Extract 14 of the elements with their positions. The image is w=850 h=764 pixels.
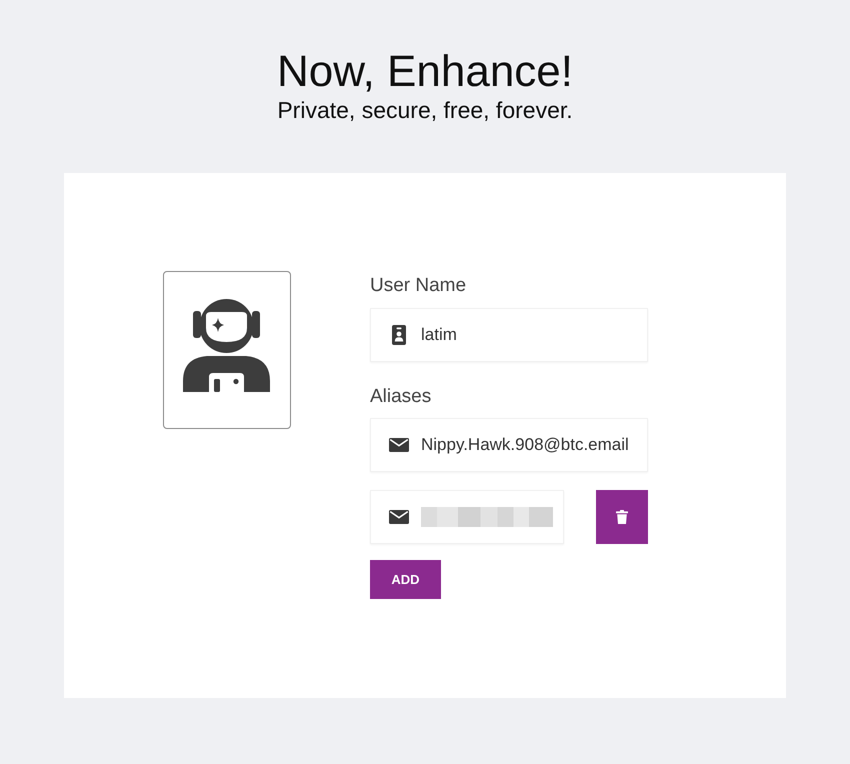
username-field[interactable]: latim [370, 308, 648, 362]
envelope-icon [389, 510, 409, 524]
envelope-icon [389, 438, 409, 452]
alias-field[interactable] [370, 490, 564, 544]
astronaut-icon [183, 298, 271, 392]
field-label: Aliases [370, 386, 432, 408]
delete-button[interactable] [596, 490, 648, 544]
page-subtitle: Private, secure, free, forever. [277, 97, 573, 124]
id-badge-icon [392, 325, 406, 345]
add-button[interactable]: ADD [370, 560, 441, 599]
field-label: User Name [370, 275, 466, 297]
page-title: Now, Enhance! [277, 48, 573, 96]
alias-field[interactable]: Nippy.Hawk.908@btc.email [370, 418, 648, 472]
trash-icon [616, 510, 628, 524]
